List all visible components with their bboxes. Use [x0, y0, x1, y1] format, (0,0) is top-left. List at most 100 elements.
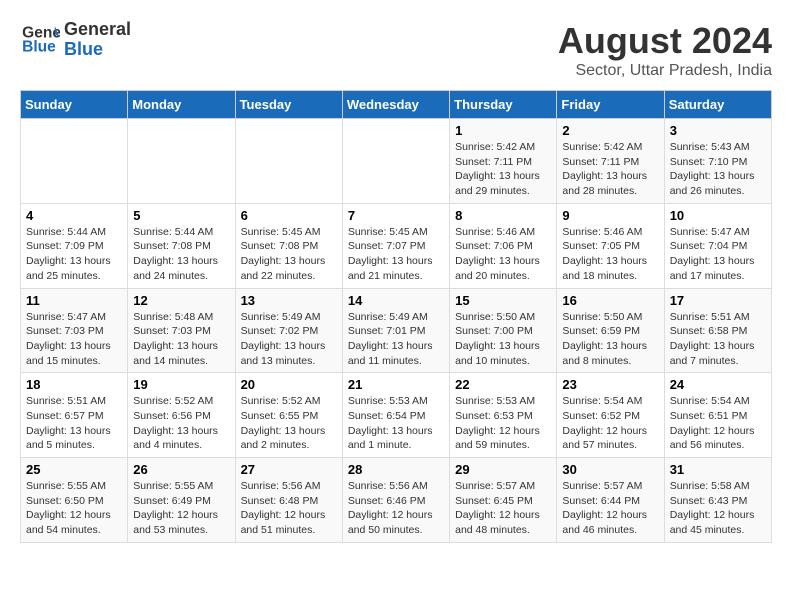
day-number: 19: [133, 377, 229, 392]
location-text: Sector, Uttar Pradesh, India: [558, 62, 772, 80]
day-cell: 30Sunrise: 5:57 AMSunset: 6:44 PMDayligh…: [557, 458, 664, 543]
day-cell: [128, 119, 235, 204]
month-year-title: August 2024: [558, 20, 772, 62]
day-info: Sunrise: 5:54 AMSunset: 6:52 PMDaylight:…: [562, 394, 658, 453]
day-number: 28: [348, 462, 444, 477]
week-row-2: 4 Sunrise: 5:44 AMSunset: 7:09 PMDaylight…: [21, 203, 772, 288]
day-cell: 20Sunrise: 5:52 AMSunset: 6:55 PMDayligh…: [235, 373, 342, 458]
day-cell: 21 Sunrise: 5:53 AMSunset: 6:54 PMDayligh…: [342, 373, 449, 458]
day-number: 31: [670, 462, 766, 477]
day-number: 7: [348, 208, 444, 223]
day-cell: 25Sunrise: 5:55 AMSunset: 6:50 PMDayligh…: [21, 458, 128, 543]
day-cell: 8 Sunrise: 5:46 AMSunset: 7:06 PMDaylight…: [450, 203, 557, 288]
day-info: Sunrise: 5:52 AMSunset: 6:56 PMDaylight:…: [133, 394, 229, 453]
day-info: Sunrise: 5:45 AMSunset: 7:07 PMDaylight:…: [348, 225, 444, 284]
day-info: Sunrise: 5:56 AMSunset: 6:48 PMDaylight:…: [241, 479, 337, 538]
day-cell: 12 Sunrise: 5:48 AMSunset: 7:03 PMDayligh…: [128, 288, 235, 373]
week-row-5: 25Sunrise: 5:55 AMSunset: 6:50 PMDayligh…: [21, 458, 772, 543]
day-cell: 26 Sunrise: 5:55 AMSunset: 6:49 PMDayligh…: [128, 458, 235, 543]
day-cell: 24 Sunrise: 5:54 AMSunset: 6:51 PMDayligh…: [664, 373, 771, 458]
day-info: Sunrise: 5:46 AMSunset: 7:06 PMDaylight:…: [455, 225, 551, 284]
day-info: Sunrise: 5:44 AMSunset: 7:09 PMDaylight:…: [26, 225, 122, 284]
day-number: 3: [670, 123, 766, 138]
day-info: Sunrise: 5:47 AMSunset: 7:04 PMDaylight:…: [670, 225, 766, 284]
day-info: Sunrise: 5:46 AMSunset: 7:05 PMDaylight:…: [562, 225, 658, 284]
week-row-4: 18Sunrise: 5:51 AMSunset: 6:57 PMDayligh…: [21, 373, 772, 458]
day-number: 1: [455, 123, 551, 138]
day-info: Sunrise: 5:52 AMSunset: 6:55 PMDaylight:…: [241, 394, 337, 453]
day-cell: 7 Sunrise: 5:45 AMSunset: 7:07 PMDaylight…: [342, 203, 449, 288]
day-cell: 1 Sunrise: 5:42 AMSunset: 7:11 PMDaylight…: [450, 119, 557, 204]
day-cell: 23Sunrise: 5:54 AMSunset: 6:52 PMDayligh…: [557, 373, 664, 458]
day-cell: 27Sunrise: 5:56 AMSunset: 6:48 PMDayligh…: [235, 458, 342, 543]
day-info: Sunrise: 5:57 AMSunset: 6:45 PMDaylight:…: [455, 479, 551, 538]
day-cell: 22Sunrise: 5:53 AMSunset: 6:53 PMDayligh…: [450, 373, 557, 458]
day-cell: 2Sunrise: 5:42 AMSunset: 7:11 PMDaylight…: [557, 119, 664, 204]
day-number: 8: [455, 208, 551, 223]
day-number: 24: [670, 377, 766, 392]
day-number: 5: [133, 208, 229, 223]
day-info: Sunrise: 5:51 AMSunset: 6:57 PMDaylight:…: [26, 394, 122, 453]
calendar-table: SundayMondayTuesdayWednesdayThursdayFrid…: [20, 90, 772, 543]
day-number: 10: [670, 208, 766, 223]
day-number: 21: [348, 377, 444, 392]
day-cell: 28 Sunrise: 5:56 AMSunset: 6:46 PMDayligh…: [342, 458, 449, 543]
day-cell: [235, 119, 342, 204]
day-cell: 9 Sunrise: 5:46 AMSunset: 7:05 PMDaylight…: [557, 203, 664, 288]
day-number: 29: [455, 462, 551, 477]
day-cell: 17 Sunrise: 5:51 AMSunset: 6:58 PMDayligh…: [664, 288, 771, 373]
day-info: Sunrise: 5:53 AMSunset: 6:54 PMDaylight:…: [348, 394, 444, 453]
day-info: Sunrise: 5:51 AMSunset: 6:58 PMDaylight:…: [670, 310, 766, 369]
day-info: Sunrise: 5:44 AMSunset: 7:08 PMDaylight:…: [133, 225, 229, 284]
day-info: Sunrise: 5:48 AMSunset: 7:03 PMDaylight:…: [133, 310, 229, 369]
day-info: Sunrise: 5:58 AMSunset: 6:43 PMDaylight:…: [670, 479, 766, 538]
day-cell: 10 Sunrise: 5:47 AMSunset: 7:04 PMDayligh…: [664, 203, 771, 288]
day-info: Sunrise: 5:50 AMSunset: 7:00 PMDaylight:…: [455, 310, 551, 369]
day-number: 26: [133, 462, 229, 477]
logo-icon: General Blue: [20, 22, 60, 57]
day-info: Sunrise: 5:55 AMSunset: 6:50 PMDaylight:…: [26, 479, 122, 538]
day-info: Sunrise: 5:56 AMSunset: 6:46 PMDaylight:…: [348, 479, 444, 538]
col-header-wednesday: Wednesday: [342, 91, 449, 119]
day-number: 30: [562, 462, 658, 477]
page-header: General Blue General Blue August 2024 Se…: [20, 20, 772, 80]
day-cell: 18Sunrise: 5:51 AMSunset: 6:57 PMDayligh…: [21, 373, 128, 458]
day-number: 17: [670, 293, 766, 308]
day-cell: 16 Sunrise: 5:50 AMSunset: 6:59 PMDayligh…: [557, 288, 664, 373]
col-header-tuesday: Tuesday: [235, 91, 342, 119]
week-row-1: 1 Sunrise: 5:42 AMSunset: 7:11 PMDaylight…: [21, 119, 772, 204]
day-info: Sunrise: 5:45 AMSunset: 7:08 PMDaylight:…: [241, 225, 337, 284]
col-header-thursday: Thursday: [450, 91, 557, 119]
day-cell: 6 Sunrise: 5:45 AMSunset: 7:08 PMDaylight…: [235, 203, 342, 288]
day-info: Sunrise: 5:50 AMSunset: 6:59 PMDaylight:…: [562, 310, 658, 369]
day-cell: 29 Sunrise: 5:57 AMSunset: 6:45 PMDayligh…: [450, 458, 557, 543]
day-cell: 14Sunrise: 5:49 AMSunset: 7:01 PMDayligh…: [342, 288, 449, 373]
day-cell: [21, 119, 128, 204]
day-number: 22: [455, 377, 551, 392]
day-info: Sunrise: 5:42 AMSunset: 7:11 PMDaylight:…: [455, 140, 551, 199]
day-info: Sunrise: 5:54 AMSunset: 6:51 PMDaylight:…: [670, 394, 766, 453]
day-number: 6: [241, 208, 337, 223]
day-number: 12: [133, 293, 229, 308]
day-cell: [342, 119, 449, 204]
day-info: Sunrise: 5:55 AMSunset: 6:49 PMDaylight:…: [133, 479, 229, 538]
day-number: 9: [562, 208, 658, 223]
day-info: Sunrise: 5:42 AMSunset: 7:11 PMDaylight:…: [562, 140, 658, 199]
day-number: 15: [455, 293, 551, 308]
day-number: 16: [562, 293, 658, 308]
svg-text:Blue: Blue: [22, 39, 56, 56]
day-info: Sunrise: 5:43 AMSunset: 7:10 PMDaylight:…: [670, 140, 766, 199]
day-cell: 4 Sunrise: 5:44 AMSunset: 7:09 PMDaylight…: [21, 203, 128, 288]
day-info: Sunrise: 5:47 AMSunset: 7:03 PMDaylight:…: [26, 310, 122, 369]
calendar-header-row: SundayMondayTuesdayWednesdayThursdayFrid…: [21, 91, 772, 119]
day-cell: 11Sunrise: 5:47 AMSunset: 7:03 PMDayligh…: [21, 288, 128, 373]
col-header-friday: Friday: [557, 91, 664, 119]
day-info: Sunrise: 5:49 AMSunset: 7:02 PMDaylight:…: [241, 310, 337, 369]
day-cell: 19 Sunrise: 5:52 AMSunset: 6:56 PMDayligh…: [128, 373, 235, 458]
col-header-sunday: Sunday: [21, 91, 128, 119]
day-number: 4: [26, 208, 122, 223]
day-cell: 5 Sunrise: 5:44 AMSunset: 7:08 PMDaylight…: [128, 203, 235, 288]
col-header-saturday: Saturday: [664, 91, 771, 119]
day-number: 14: [348, 293, 444, 308]
day-cell: 3 Sunrise: 5:43 AMSunset: 7:10 PMDaylight…: [664, 119, 771, 204]
